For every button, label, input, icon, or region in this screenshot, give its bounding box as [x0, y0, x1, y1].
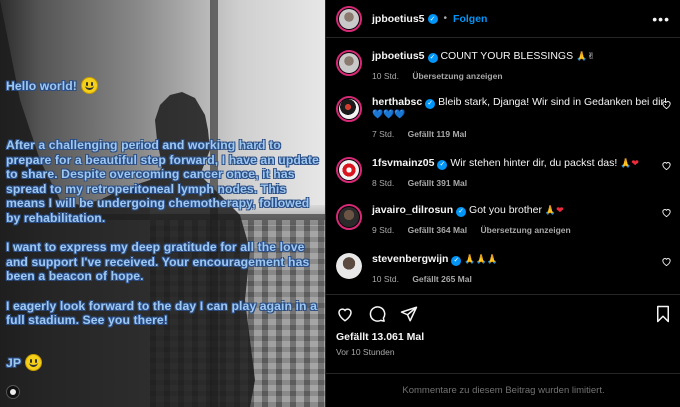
- comment-item: javairo_dilrosun ✓ Got you brother 🙏❤ 9 S…: [336, 204, 676, 237]
- verified-icon: ✓: [427, 52, 438, 63]
- comments-list[interactable]: jpboetius5 ✓ COUNT YOUR BLESSINGS 🙏✌ 10 S…: [326, 39, 680, 294]
- comment-time[interactable]: 9 Std.: [372, 225, 394, 235]
- separator-dot: •: [443, 13, 448, 24]
- comment-likes[interactable]: Gefällt 391 Mal: [408, 178, 468, 188]
- smiley-icon: [80, 77, 98, 94]
- photo-greeting: Hello world!: [6, 77, 321, 94]
- comment-text: Wir stehen hinter dir, du packst das!: [450, 157, 618, 169]
- caption-text: COUNT YOUR BLESSINGS: [440, 50, 574, 62]
- verified-icon: ✓: [456, 206, 467, 217]
- post-likes[interactable]: Gefällt 13.061 Mal: [336, 331, 671, 343]
- photo-signature: JP: [6, 354, 321, 371]
- post-sidebar: jpboetius5 ✓ • Folgen ••• jpboetius5 ✓ CO…: [325, 0, 680, 407]
- comment-username[interactable]: stevenbergwijn: [372, 253, 448, 265]
- greeting-text: Hello world!: [6, 79, 77, 93]
- bookmark-icon[interactable]: [655, 305, 671, 323]
- avatar[interactable]: [336, 204, 362, 230]
- comment-icon[interactable]: [368, 305, 386, 323]
- message-paragraph: I want to express my deep gratitude for …: [6, 240, 310, 284]
- comment-likes[interactable]: Gefällt 119 Mal: [408, 129, 467, 139]
- comment-likes[interactable]: Gefällt 265 Mal: [412, 274, 472, 284]
- photo-message: After a challenging period and working h…: [6, 138, 321, 342]
- comment-item: 1fsvmainz05 ✓ Wir stehen hinter dir, du p…: [336, 157, 676, 190]
- smiley-icon: [25, 354, 43, 371]
- comment-time[interactable]: 7 Std.: [372, 129, 394, 139]
- action-icons: [336, 303, 671, 325]
- caption-username[interactable]: jpboetius5: [372, 50, 425, 62]
- avatar[interactable]: [336, 157, 362, 183]
- comment-username[interactable]: 1fsvmainz05: [372, 157, 434, 169]
- comment-username[interactable]: javairo_dilrosun: [372, 204, 453, 216]
- user-tag-icon[interactable]: [6, 385, 20, 399]
- header-username[interactable]: jpboetius5: [372, 13, 425, 25]
- share-icon[interactable]: [400, 305, 418, 323]
- verified-icon: ✓: [451, 255, 462, 266]
- signature-text: JP: [6, 356, 22, 370]
- comment-item: stevenbergwijn ✓ 🙏🙏🙏 10 Std. Gefällt 265 …: [336, 253, 676, 286]
- comment-likes[interactable]: Gefällt 364 Mal: [408, 225, 468, 235]
- comment-emoji: 💙💙💙: [372, 110, 406, 120]
- heart-icon[interactable]: [661, 160, 672, 171]
- avatar[interactable]: [336, 5, 362, 32]
- more-icon[interactable]: •••: [652, 11, 670, 27]
- message-paragraph: I eagerly look forward to the day I can …: [6, 298, 317, 328]
- verified-icon: ✓: [437, 159, 448, 170]
- comment-username[interactable]: herthabsc: [372, 96, 422, 108]
- comment-emoji: 🙏❤: [620, 159, 639, 169]
- caption-time[interactable]: 10 Std.: [372, 71, 399, 81]
- heart-icon[interactable]: [661, 256, 672, 267]
- comment-text: Bleib stark, Djanga! Wir sind in Gedanke…: [438, 96, 667, 108]
- avatar[interactable]: [336, 96, 362, 122]
- verified-icon: ✓: [427, 13, 438, 24]
- verified-icon: ✓: [425, 98, 436, 109]
- caption: jpboetius5 ✓ COUNT YOUR BLESSINGS 🙏✌ 10 S…: [336, 50, 676, 83]
- translate-link[interactable]: Übersetzung anzeigen: [481, 225, 571, 235]
- translate-link[interactable]: Übersetzung anzeigen: [412, 71, 502, 81]
- comment-time[interactable]: 8 Std.: [372, 178, 394, 188]
- post-time[interactable]: Vor 10 Stunden: [336, 347, 671, 357]
- avatar[interactable]: [336, 50, 362, 76]
- comment-time[interactable]: 10 Std.: [372, 274, 399, 284]
- post-image[interactable]: Hello world! After a challenging period …: [0, 0, 325, 407]
- follow-button[interactable]: Folgen: [453, 13, 487, 25]
- comment-emoji: 🙏🙏🙏: [464, 255, 498, 265]
- heart-icon[interactable]: [661, 207, 672, 218]
- heart-icon[interactable]: [661, 99, 672, 110]
- heart-icon[interactable]: [336, 305, 354, 323]
- post-header: jpboetius5 ✓ • Folgen •••: [326, 0, 680, 38]
- comment-text: Got you brother: [469, 204, 542, 216]
- comment-item: herthabsc ✓ Bleib stark, Djanga! Wir sind…: [336, 96, 676, 141]
- message-paragraph: After a challenging period and working h…: [6, 138, 319, 225]
- avatar[interactable]: [336, 253, 362, 279]
- comments-limited-notice: Kommentare zu diesem Beitrag wurden limi…: [326, 373, 680, 407]
- action-bar: Gefällt 13.061 Mal Vor 10 Stunden: [326, 294, 680, 357]
- caption-emoji: 🙏✌: [576, 52, 595, 62]
- comment-emoji: 🙏❤: [544, 206, 564, 216]
